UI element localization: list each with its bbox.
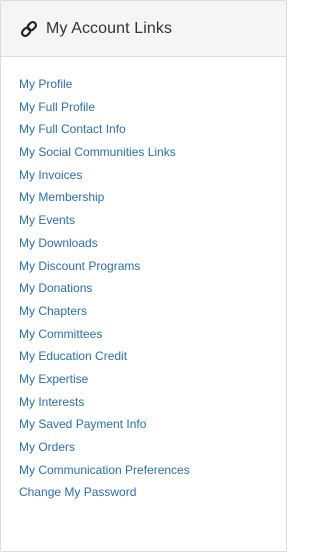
list-item: My Full Contact Info (19, 118, 190, 141)
list-item: My Full Profile (19, 96, 190, 119)
my-downloads-link[interactable]: My Downloads (19, 236, 98, 250)
my-social-communities-links-link[interactable]: My Social Communities Links (19, 145, 176, 159)
list-item: My Committees (19, 323, 190, 346)
list-item: My Events (19, 209, 190, 232)
my-membership-link[interactable]: My Membership (19, 190, 104, 204)
list-item: My Orders (19, 436, 190, 459)
list-item: My Profile (19, 73, 190, 96)
list-item: My Membership (19, 186, 190, 209)
link-icon (19, 19, 39, 39)
my-committees-link[interactable]: My Committees (19, 327, 102, 341)
my-orders-link[interactable]: My Orders (19, 440, 75, 454)
my-discount-programs-link[interactable]: My Discount Programs (19, 259, 140, 273)
my-expertise-link[interactable]: My Expertise (19, 372, 88, 386)
my-events-link[interactable]: My Events (19, 213, 75, 227)
list-item: My Communication Preferences (19, 459, 190, 482)
list-item: My Education Credit (19, 345, 190, 368)
list-item: My Chapters (19, 300, 190, 323)
list-item: My Expertise (19, 368, 190, 391)
my-profile-link[interactable]: My Profile (19, 77, 72, 91)
my-donations-link[interactable]: My Donations (19, 281, 92, 295)
list-item: My Discount Programs (19, 255, 190, 278)
my-saved-payment-info-link[interactable]: My Saved Payment Info (19, 417, 146, 431)
list-item: My Donations (19, 277, 190, 300)
list-item: My Social Communities Links (19, 141, 190, 164)
my-invoices-link[interactable]: My Invoices (19, 168, 82, 182)
list-item: My Interests (19, 391, 190, 414)
my-chapters-link[interactable]: My Chapters (19, 304, 87, 318)
my-education-credit-link[interactable]: My Education Credit (19, 349, 127, 363)
my-full-profile-link[interactable]: My Full Profile (19, 100, 95, 114)
panel-title: My Account Links (46, 19, 173, 37)
account-links-panel: My Account Links My Profile My Full Prof… (0, 0, 287, 552)
list-item: My Saved Payment Info (19, 413, 190, 436)
my-communication-preferences-link[interactable]: My Communication Preferences (19, 463, 190, 477)
change-my-password-link[interactable]: Change My Password (19, 485, 136, 499)
list-item: My Invoices (19, 164, 190, 187)
account-link-list: My Profile My Full Profile My Full Conta… (19, 73, 190, 504)
my-full-contact-info-link[interactable]: My Full Contact Info (19, 122, 126, 136)
list-item: Change My Password (19, 481, 190, 504)
list-item: My Downloads (19, 232, 190, 255)
panel-header: My Account Links (1, 1, 286, 57)
my-interests-link[interactable]: My Interests (19, 395, 84, 409)
